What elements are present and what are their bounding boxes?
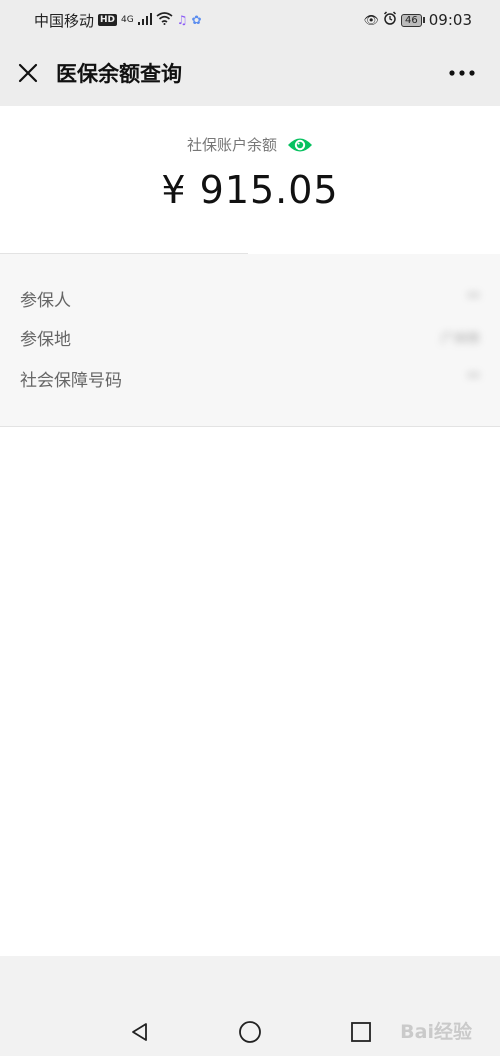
back-triangle-icon (132, 1023, 147, 1041)
system-navigation-bar: Bai经验 (0, 956, 500, 1056)
alarm-icon (383, 11, 397, 29)
watermark-text: Bai经验 (400, 1021, 472, 1043)
baidu-app-icon: ✿ (191, 13, 202, 27)
info-label-insured-place: 参保地 (20, 329, 71, 350)
signal-icon (137, 11, 152, 29)
info-row-social-security-number: 社会保障号码 ** (0, 358, 500, 398)
more-icon (449, 70, 475, 76)
balance-label: 社保账户余额 (186, 136, 277, 154)
eye-icon (288, 138, 312, 151)
close-icon (18, 63, 38, 83)
wifi-icon (156, 11, 173, 29)
insurance-info-list: 参保人 ** 参保地 广州市 社会保障号码 ** (0, 254, 500, 426)
info-value-social-security-number: ** (467, 370, 480, 386)
info-row-insured-place: 参保地 广州市 (0, 317, 500, 357)
back-button[interactable] (124, 1016, 156, 1048)
status-bar-left: 中国移动 HD 4G ♫ ✿ (34, 10, 202, 31)
balance-card: 社保账户余额 ¥ 915.05 (0, 106, 500, 254)
more-options-button[interactable] (446, 58, 478, 88)
close-button[interactable] (0, 40, 56, 106)
hd-badge: HD (98, 14, 118, 26)
balance-amount: ¥ 915.05 (161, 168, 339, 212)
info-value-insured-person: ** (467, 290, 480, 306)
page-title: 医保余额查询 (56, 62, 182, 86)
navigation-bar: 医保余额查询 (0, 40, 500, 106)
home-button[interactable] (234, 1016, 266, 1048)
network-type: 4G (121, 15, 134, 25)
carrier-name: 中国移动 (34, 11, 95, 30)
battery-icon: 46 (401, 13, 425, 27)
recent-apps-button[interactable] (345, 1016, 377, 1048)
info-value-insured-place: 广州市 (440, 331, 480, 347)
info-bottom-divider (0, 426, 500, 427)
eye-comfort-icon: 👁 (363, 13, 380, 27)
balance-label-row: 社保账户余额 (0, 134, 500, 155)
clock-time: 09:03 (428, 11, 472, 29)
info-label-social-security-number: 社会保障号码 (20, 370, 122, 391)
music-app-icon: ♫ (176, 13, 188, 27)
info-label-insured-person: 参保人 (20, 290, 71, 311)
status-bar-right: 👁 46 09:03 (364, 11, 472, 29)
recent-square-icon (351, 1022, 371, 1042)
baidu-watermark: Bai经验 (400, 1017, 472, 1044)
toggle-visibility-button[interactable] (287, 136, 313, 154)
battery-level: 46 (401, 13, 422, 27)
status-bar: 中国移动 HD 4G ♫ ✿ 👁 46 09:03 (0, 0, 500, 40)
home-circle-icon (239, 1021, 261, 1043)
info-row-insured-person: 参保人 ** (0, 278, 500, 318)
